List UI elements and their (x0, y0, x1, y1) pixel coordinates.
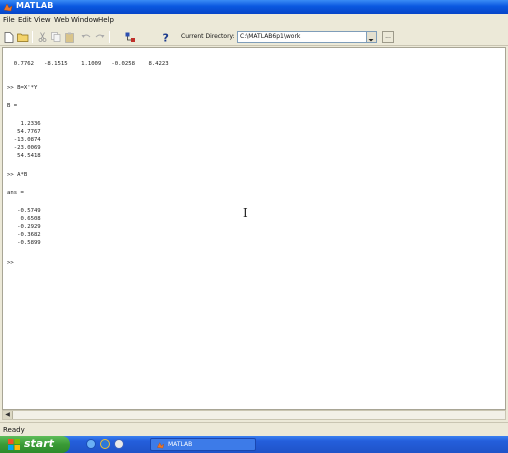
undo-icon[interactable] (80, 31, 92, 43)
console-line: -0.2929 (7, 224, 41, 230)
menu-window[interactable]: Window (71, 16, 99, 24)
status-text: Ready (3, 426, 25, 434)
cut-icon[interactable] (36, 31, 48, 43)
taskbar-item-label: MATLAB (168, 441, 193, 448)
matlab-app-icon (3, 3, 13, 12)
scroll-left-icon[interactable]: ◀ (3, 411, 13, 419)
menu-bar: File Edit View Web Window Help (0, 14, 508, 28)
current-directory-label: Current Directory: (181, 33, 235, 40)
quick-launch-browser-icon[interactable] (100, 439, 110, 449)
matlab-app-icon (156, 442, 164, 449)
copy-icon[interactable] (50, 31, 62, 43)
current-directory-input[interactable]: C:\MATLAB6p1\work (237, 31, 367, 43)
console-line: 0.7762 -8.1515 1.1009 -0.0258 8.4223 (7, 61, 169, 67)
menu-view[interactable]: View (34, 16, 51, 24)
title-bar[interactable]: MATLAB (0, 0, 508, 14)
windows-logo-icon (8, 439, 20, 450)
console-line: >> A*B (7, 172, 28, 178)
console-line: 0.6508 (7, 216, 41, 222)
window-title: MATLAB (16, 1, 54, 10)
console-line: ans = (7, 190, 24, 196)
quick-launch-media-icon[interactable] (114, 439, 124, 449)
matlab-window: MATLAB File Edit View Web Window Help ? … (0, 0, 508, 436)
console-line: -0.3682 (7, 232, 41, 238)
command-window[interactable]: 0.7762 -8.1515 1.1009 -0.0258 8.4223 >> … (2, 47, 506, 410)
chevron-down-icon (368, 39, 374, 42)
open-folder-icon[interactable] (17, 31, 29, 43)
console-line: 1.2336 (7, 121, 41, 127)
status-bar: Ready (0, 422, 508, 436)
console-line: 54.5418 (7, 153, 41, 159)
toolbar: ? Current Directory: C:\MATLAB6p1\work .… (0, 28, 508, 46)
svg-text:?: ? (163, 32, 169, 43)
toolbar-separator (109, 31, 110, 43)
quick-launch-desktop-icon[interactable] (86, 439, 96, 449)
console-line: -0.5899 (7, 240, 41, 246)
directory-dropdown-button[interactable] (367, 31, 377, 43)
paste-icon[interactable] (64, 31, 76, 43)
console-line: -23.0069 (7, 145, 41, 151)
horizontal-scrollbar[interactable]: ◀ (2, 410, 506, 420)
console-line: -0.5749 (7, 208, 41, 214)
menu-file[interactable]: File (3, 16, 15, 24)
simulink-icon[interactable] (124, 31, 136, 43)
start-button[interactable]: start (0, 436, 70, 453)
new-file-icon[interactable] (3, 31, 15, 43)
menu-web[interactable]: Web (54, 16, 69, 24)
help-icon[interactable]: ? (160, 31, 172, 43)
toolbar-separator (32, 31, 33, 43)
text-cursor-icon: I (243, 206, 248, 220)
start-label: start (24, 437, 54, 450)
taskbar: start MATLAB (0, 436, 508, 453)
console-line: 54.7767 (7, 129, 41, 135)
browse-directory-button[interactable]: ... (382, 31, 394, 43)
menu-help[interactable]: Help (98, 16, 114, 24)
menu-edit[interactable]: Edit (18, 16, 32, 24)
redo-icon[interactable] (94, 31, 106, 43)
console-line: -13.0874 (7, 137, 41, 143)
console-line: >> B=X'*Y (7, 85, 38, 91)
console-prompt: >> (7, 260, 14, 266)
taskbar-item-matlab[interactable]: MATLAB (150, 438, 256, 451)
console-line: B = (7, 103, 18, 109)
